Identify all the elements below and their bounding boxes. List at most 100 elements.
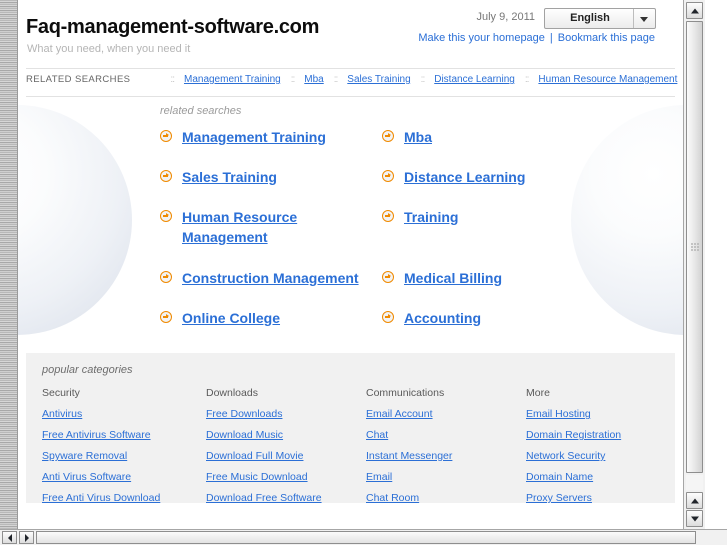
category-link[interactable]: Email Hosting — [526, 408, 686, 420]
language-select[interactable]: English — [544, 8, 656, 29]
nav-item-management-training[interactable]: Management Training — [184, 74, 281, 85]
related-searches-row: Management Training Mba — [160, 127, 660, 167]
site-header: Faq-management-software.com What you nee… — [18, 0, 683, 70]
category-heading: Security — [42, 387, 80, 399]
category-link[interactable]: Free Antivirus Software — [42, 429, 202, 441]
nav-separator: :: — [290, 74, 295, 85]
category-column-more: More Email Hosting Domain Registration N… — [526, 387, 686, 513]
category-heading: Communications — [366, 387, 445, 399]
current-date: July 9, 2011 — [476, 11, 535, 23]
category-link[interactable]: Spyware Removal — [42, 450, 202, 462]
arrow-right-circle-icon — [382, 311, 394, 323]
language-select-value: English — [570, 12, 610, 24]
vertical-scrollbar-track[interactable] — [686, 475, 703, 490]
chevron-down-icon — [640, 17, 648, 22]
arrow-right-circle-icon — [160, 311, 172, 323]
related-searches-row: Online College Accounting — [160, 308, 660, 348]
category-link[interactable]: Download Full Movie — [206, 450, 366, 462]
header-divider-top — [26, 68, 675, 69]
related-searches-row: Sales Training Distance Learning — [160, 167, 660, 207]
arrow-left-icon — [7, 533, 12, 542]
scroll-up-button-secondary[interactable] — [686, 492, 703, 509]
category-heading: More — [526, 387, 550, 399]
bookmark-page-link[interactable]: Bookmark this page — [558, 32, 655, 44]
related-search-link[interactable]: Human Resource Management — [182, 207, 382, 247]
category-link[interactable]: Download Free Software — [206, 492, 366, 504]
category-column-downloads: Downloads Free Downloads Download Music … — [206, 387, 366, 513]
category-column-communications: Communications Email Account Chat Instan… — [366, 387, 526, 513]
horizontal-scrollbar[interactable] — [0, 529, 727, 545]
make-homepage-link[interactable]: Make this your homepage — [418, 32, 545, 44]
site-tagline: What you need, when you need it — [27, 43, 191, 55]
page-title: Faq-management-software.com — [26, 16, 320, 38]
related-searches-grid: Management Training Mba Sales Training D… — [160, 127, 660, 348]
nav-separator: :: — [170, 74, 174, 85]
related-search-link[interactable]: Construction Management — [182, 268, 359, 288]
arrow-right-circle-icon — [382, 271, 394, 283]
scroll-right-button[interactable] — [19, 531, 34, 544]
popular-categories-panel: popular categories Security Antivirus Fr… — [26, 353, 675, 504]
nav-item-human-resource-management[interactable]: Human Resource Management — [538, 74, 677, 85]
category-column-security: Security Antivirus Free Antivirus Softwa… — [42, 387, 202, 513]
related-search-link[interactable]: Sales Training — [182, 167, 277, 187]
related-search-link[interactable]: Management Training — [182, 127, 326, 147]
arrow-right-icon — [24, 533, 29, 542]
related-searches-row: Human Resource Management Training — [160, 207, 660, 268]
category-link[interactable]: Domain Name — [526, 471, 686, 483]
arrow-right-circle-icon — [382, 210, 394, 222]
category-link[interactable]: Antivirus — [42, 408, 202, 420]
horizontal-scrollbar-thumb[interactable] — [36, 531, 696, 544]
related-search-link[interactable]: Mba — [404, 127, 432, 147]
browser-viewport: Faq-management-software.com What you nee… — [0, 0, 727, 545]
page-content: Faq-management-software.com What you nee… — [18, 0, 683, 529]
category-link[interactable]: Domain Registration — [526, 429, 686, 441]
arrow-up-icon — [690, 8, 699, 13]
nav-separator: :: — [524, 74, 529, 85]
category-link[interactable]: Proxy Servers — [526, 492, 686, 504]
related-search-link[interactable]: Medical Billing — [404, 268, 502, 288]
category-link[interactable]: Email — [366, 471, 526, 483]
language-select-divider — [633, 9, 634, 28]
popular-categories-title: popular categories — [42, 364, 133, 376]
arrow-right-circle-icon — [382, 130, 394, 142]
category-heading: Downloads — [206, 387, 258, 399]
vertical-scrollbar[interactable] — [683, 0, 705, 529]
category-link[interactable]: Instant Messenger — [366, 450, 526, 462]
arrow-right-circle-icon — [160, 271, 172, 283]
scroll-down-button[interactable] — [686, 510, 703, 527]
nav-separator: :: — [333, 74, 338, 85]
related-search-link[interactable]: Online College — [182, 308, 280, 328]
related-searches-caption: RELATED SEARCHES — [26, 74, 131, 85]
related-searches-row: Construction Management Medical Billing — [160, 268, 660, 308]
scroll-up-button[interactable] — [686, 2, 703, 19]
scrollbar-grip-icon — [690, 242, 699, 252]
related-search-link[interactable]: Training — [404, 207, 458, 227]
related-searches-nav: RELATED SEARCHES:: Management Training:: M… — [26, 74, 677, 92]
category-link[interactable]: Chat Room — [366, 492, 526, 504]
nav-item-sales-training[interactable]: Sales Training — [347, 74, 410, 85]
arrow-right-circle-icon — [160, 210, 172, 222]
related-search-link[interactable]: Accounting — [404, 308, 481, 328]
decorative-sphere-left — [18, 105, 132, 335]
arrow-right-circle-icon — [160, 170, 172, 182]
category-link[interactable]: Anti Virus Software — [42, 471, 202, 483]
arrow-right-circle-icon — [160, 130, 172, 142]
main-body: related searches Management Training Mba — [18, 97, 683, 352]
nav-item-mba[interactable]: Mba — [304, 74, 323, 85]
arrow-right-circle-icon — [382, 170, 394, 182]
nav-separator: :: — [420, 74, 425, 85]
category-link[interactable]: Email Account — [366, 408, 526, 420]
category-link[interactable]: Free Music Download — [206, 471, 366, 483]
page-canvas: Faq-management-software.com What you nee… — [18, 0, 705, 529]
scroll-left-button[interactable] — [2, 531, 17, 544]
nav-item-distance-learning[interactable]: Distance Learning — [434, 74, 515, 85]
category-link[interactable]: Download Music — [206, 429, 366, 441]
category-link[interactable]: Network Security — [526, 450, 686, 462]
vertical-scrollbar-thumb[interactable] — [686, 21, 703, 473]
left-texture-strip — [0, 0, 18, 529]
header-links-separator: | — [549, 32, 553, 44]
category-link[interactable]: Chat — [366, 429, 526, 441]
category-link[interactable]: Free Anti Virus Download — [42, 492, 202, 504]
related-search-link[interactable]: Distance Learning — [404, 167, 525, 187]
category-link[interactable]: Free Downloads — [206, 408, 366, 420]
